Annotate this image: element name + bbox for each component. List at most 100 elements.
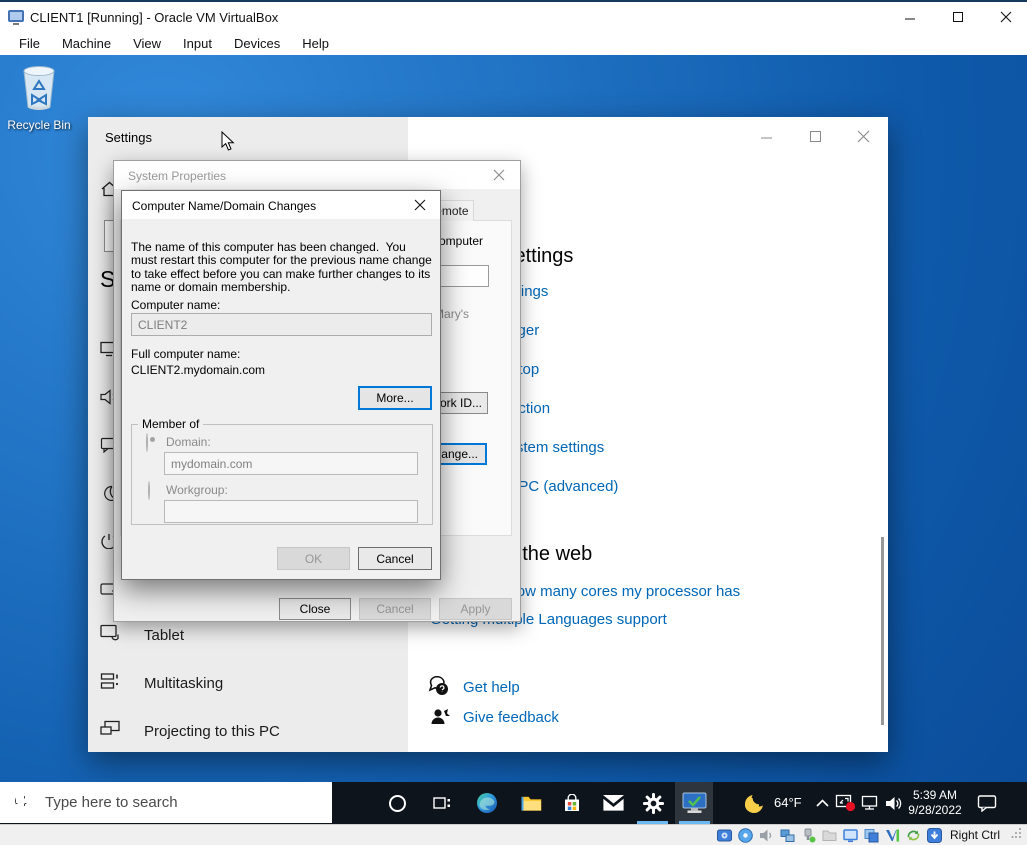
host-key-label: Right Ctrl [949, 828, 1000, 842]
resize-grip[interactable] [1011, 826, 1023, 845]
domain-radio-label: Domain: [166, 435, 211, 449]
menu-devices[interactable]: Devices [223, 34, 291, 53]
system-app-icon [682, 792, 706, 813]
name-dialog-close-icon[interactable] [405, 194, 435, 216]
sysprops-apply-button[interactable]: Apply [439, 598, 512, 620]
shared-folders-icon[interactable] [822, 827, 838, 843]
vbox-statusbar: Right Ctrl [0, 824, 1027, 845]
network-adapters-icon[interactable] [780, 827, 796, 843]
computer-name-domain-changes-dialog: Computer Name/Domain Changes The name of… [121, 190, 441, 580]
workgroup-radio[interactable] [148, 481, 150, 500]
dialog-cancel-button[interactable]: Cancel [358, 547, 432, 570]
get-help-link[interactable]: Get help [463, 679, 520, 696]
keyboard-capture-icon[interactable] [927, 827, 943, 843]
system-properties-close-icon[interactable] [484, 164, 514, 186]
settings-close-button[interactable] [856, 129, 871, 144]
domain-radio[interactable] [146, 433, 148, 452]
menu-help[interactable]: Help [291, 34, 340, 53]
mouse-cursor [221, 130, 237, 157]
cortana-icon [388, 794, 406, 812]
sysprops-close-button[interactable]: Close [279, 598, 351, 620]
start-button[interactable] [0, 782, 48, 824]
settings-window-title: Settings [105, 130, 152, 145]
windows-taskbar: Type here to search 64°F 5:39 AM 9/28/20… [0, 782, 1027, 824]
task-view-icon [433, 797, 450, 809]
speaker-icon [885, 796, 901, 810]
cortana-button[interactable] [377, 782, 417, 824]
windows-logo-icon [15, 794, 33, 812]
display-icon[interactable] [843, 827, 859, 843]
tablet-icon [100, 624, 120, 647]
sidebar-item-multitasking[interactable]: Multitasking [100, 670, 223, 696]
give-feedback-icon [430, 707, 452, 734]
mail-icon [602, 795, 624, 811]
menu-input[interactable]: Input [172, 34, 223, 53]
edge-button[interactable] [467, 782, 507, 824]
settings-scrollbar[interactable] [881, 537, 884, 725]
mail-button[interactable] [593, 782, 633, 824]
tray-network[interactable] [858, 782, 882, 824]
security-alert-icon [835, 794, 856, 812]
hard-disks-icon[interactable] [717, 827, 733, 843]
weather-button[interactable] [740, 782, 770, 824]
sidebar-item-tablet[interactable]: Tablet [100, 622, 184, 648]
temperature-text[interactable]: 64°F [774, 795, 802, 810]
computer-name-label: Computer name: [131, 298, 221, 312]
sidebar-item-label: Projecting to this PC [144, 722, 280, 740]
virtualbox-window: { "vbox": { "title": "CLIENT1 [Running] … [0, 0, 1027, 845]
search-placeholder: Type here to search [45, 794, 178, 811]
menu-view[interactable]: View [122, 34, 172, 53]
vbox-titlebar: CLIENT1 [Running] - Oracle VM VirtualBox [0, 2, 1027, 32]
name-dialog-title: Computer Name/Domain Changes [132, 199, 317, 213]
action-center-button[interactable] [972, 782, 1002, 824]
shared-clipboard-icon[interactable] [906, 827, 922, 843]
gear-icon [642, 792, 664, 814]
clock-date: 9/28/2022 [908, 803, 962, 817]
recycle-bin[interactable]: Recycle Bin [6, 59, 72, 132]
sidebar-item-projecting[interactable]: Projecting to this PC [100, 718, 280, 744]
taskbar-search-box[interactable]: Type here to search [0, 782, 332, 823]
settings-gear-button[interactable] [633, 782, 673, 824]
optical-drives-icon[interactable] [738, 827, 754, 843]
sysprops-cancel-button[interactable]: Cancel [359, 598, 431, 620]
tray-clock[interactable]: 5:39 AM 9/28/2022 [903, 788, 967, 818]
action-center-icon [977, 795, 997, 812]
network-icon [861, 795, 877, 810]
chevron-up-icon [815, 798, 829, 807]
ok-button[interactable]: OK [277, 547, 350, 570]
store-button[interactable] [552, 782, 592, 824]
menu-file[interactable]: File [8, 34, 51, 53]
full-computer-name-label: Full computer name: [131, 347, 241, 361]
recycle-bin-icon [14, 66, 64, 115]
task-view-button[interactable] [422, 782, 462, 824]
settings-maximize-button[interactable] [808, 129, 823, 144]
settings-minimize-button[interactable] [759, 129, 774, 144]
computer-name-input[interactable]: CLIENT2 [131, 313, 432, 336]
tray-security-status[interactable] [834, 782, 858, 824]
vbox-minimize-button[interactable] [895, 6, 925, 28]
system-app-button[interactable] [675, 782, 713, 824]
audio-icon[interactable] [759, 827, 775, 843]
menu-machine[interactable]: Machine [51, 34, 122, 53]
system-properties-title: System Properties [128, 169, 227, 183]
file-explorer-icon [521, 796, 541, 811]
vbox-maximize-button[interactable] [943, 6, 973, 28]
multitasking-icon [100, 672, 120, 695]
more-button[interactable]: More... [358, 386, 432, 410]
sidebar-item-label: Multitasking [144, 674, 224, 692]
vbox-menubar: File Machine View Input Devices Help [0, 32, 1027, 55]
get-help-icon [428, 675, 452, 703]
file-explorer-button[interactable] [511, 782, 551, 824]
member-of-label: Member of [142, 417, 200, 431]
domain-input[interactable]: mydomain.com [164, 452, 418, 475]
vbox-close-button[interactable] [991, 6, 1021, 28]
usb-devices-icon[interactable] [801, 827, 817, 843]
full-computer-name-value: CLIENT2.mydomain.com [131, 363, 266, 377]
restart-required-message: The name of this computer has been chang… [131, 240, 436, 295]
vm-features-icon[interactable] [885, 827, 901, 843]
give-feedback-link[interactable]: Give feedback [463, 709, 559, 726]
tray-chevron-up[interactable] [812, 782, 832, 824]
sidebar-item-label: Tablet [144, 626, 185, 644]
recording-icon[interactable] [864, 827, 880, 843]
workgroup-input[interactable] [164, 500, 418, 523]
